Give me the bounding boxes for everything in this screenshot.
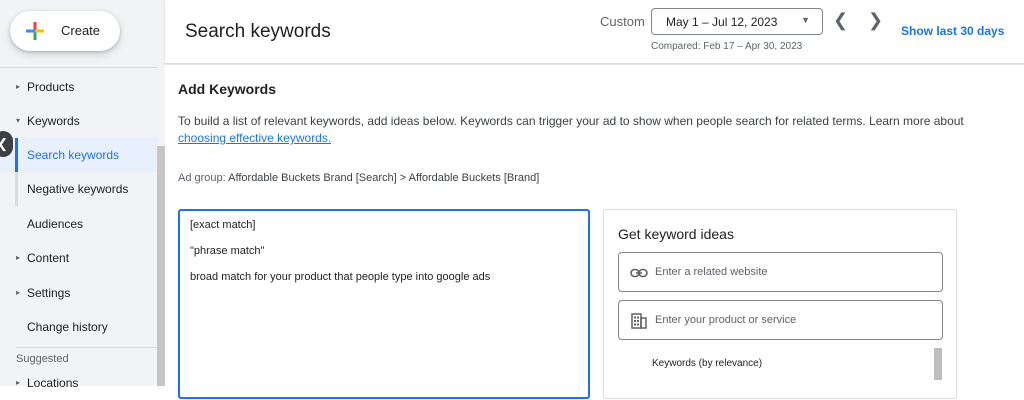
caret-down-icon: ▾ (16, 116, 21, 125)
show-last-30-days-link[interactable]: Show last 30 days (901, 24, 1004, 38)
compared-range: Compared: Feb 17 – Apr 30, 2023 (651, 41, 803, 52)
related-website-placeholder: Enter a related website (655, 266, 768, 278)
sidebar-item-settings[interactable]: ▸ Settings (0, 276, 157, 310)
keyword-ideas-panel: Get keyword ideas Enter a related websit… (603, 209, 957, 399)
sidebar-item-label: Products (27, 80, 75, 94)
date-range-value: May 1 – Jul 12, 2023 (666, 15, 778, 29)
sidebar-item-change-history[interactable]: Change history (0, 310, 157, 344)
panel-scrollbar[interactable] (934, 348, 942, 380)
caret-right-icon: ▸ (16, 288, 21, 297)
keyword-line: broad match for your product that people… (190, 271, 491, 283)
keyword-line: "phrase match" (190, 245, 265, 257)
keywords-textarea[interactable]: [exact match] "phrase match" broad match… (178, 209, 590, 399)
store-icon (631, 313, 647, 329)
sidebar-item-audiences[interactable]: Audiences (0, 207, 157, 241)
date-mode-label: Custom (600, 14, 645, 29)
link-icon (630, 268, 648, 278)
ad-group-line: Ad group: Affordable Buckets Brand [Sear… (178, 172, 539, 184)
sidebar-item-search-keywords[interactable]: Search keywords (0, 138, 157, 172)
product-service-input[interactable]: Enter your product or service (618, 300, 943, 340)
suggested-heading: Suggested (16, 353, 69, 365)
page-title: Search keywords (185, 21, 331, 42)
ad-group-label: Ad group: (178, 172, 226, 184)
sidebar-item-label: Content (27, 251, 70, 265)
sidebar-item-locations[interactable]: ▸ Locations (0, 366, 157, 400)
create-label: Create (61, 23, 101, 38)
sidebar-item-label: Negative keywords (27, 182, 129, 196)
sidebar-item-label: Locations (27, 376, 79, 390)
keyword-line: [exact match] (190, 219, 256, 231)
sidebar-divider (0, 67, 157, 68)
next-period-icon[interactable]: ❯ (868, 10, 883, 31)
sidebar: Create ▸ Products ▾ Keywords Search keyw… (0, 0, 165, 390)
sidebar-item-negative-keywords[interactable]: Negative keywords (0, 172, 157, 206)
product-service-placeholder: Enter your product or service (655, 314, 797, 326)
caret-right-icon: ▸ (16, 253, 21, 262)
description: To build a list of relevant keywords, ad… (178, 113, 1008, 147)
plus-icon (26, 22, 44, 40)
sidebar-item-label: Search keywords (27, 148, 120, 162)
sidebar-item-label: Keywords (27, 114, 80, 128)
ideas-title: Get keyword ideas (618, 226, 734, 242)
ad-group-value: Affordable Buckets Brand [Search] > Affo… (228, 172, 540, 184)
description-text: To build a list of relevant keywords, ad… (178, 114, 964, 128)
learn-more-link[interactable]: choosing effective keywords. (178, 131, 331, 145)
sidebar-item-keywords[interactable]: ▾ Keywords (0, 104, 157, 138)
sidebar-item-label: Audiences (27, 217, 84, 231)
page-header: Search keywords Custom May 1 – Jul 12, 2… (165, 0, 1024, 64)
sidebar-item-products[interactable]: ▸ Products (0, 70, 157, 104)
sidebar-item-label: Change history (27, 320, 108, 334)
date-range-select[interactable]: May 1 – Jul 12, 2023 ▼ (651, 8, 823, 35)
main-content: Add Keywords To build a list of relevant… (165, 65, 1024, 399)
suggested-divider (16, 347, 157, 348)
dropdown-arrow-icon: ▼ (801, 15, 810, 25)
sidebar-item-content[interactable]: ▸ Content (0, 241, 157, 275)
create-button[interactable]: Create (10, 11, 120, 51)
caret-right-icon: ▸ (16, 82, 21, 91)
sidebar-item-label: Settings (27, 286, 71, 300)
related-website-input[interactable]: Enter a related website (618, 252, 943, 292)
section-title: Add Keywords (178, 81, 277, 97)
sidebar-scrollbar[interactable] (157, 146, 165, 386)
previous-period-icon[interactable]: ❮ (833, 10, 848, 31)
keyword-sort-label: Keywords (by relevance) (652, 358, 763, 369)
